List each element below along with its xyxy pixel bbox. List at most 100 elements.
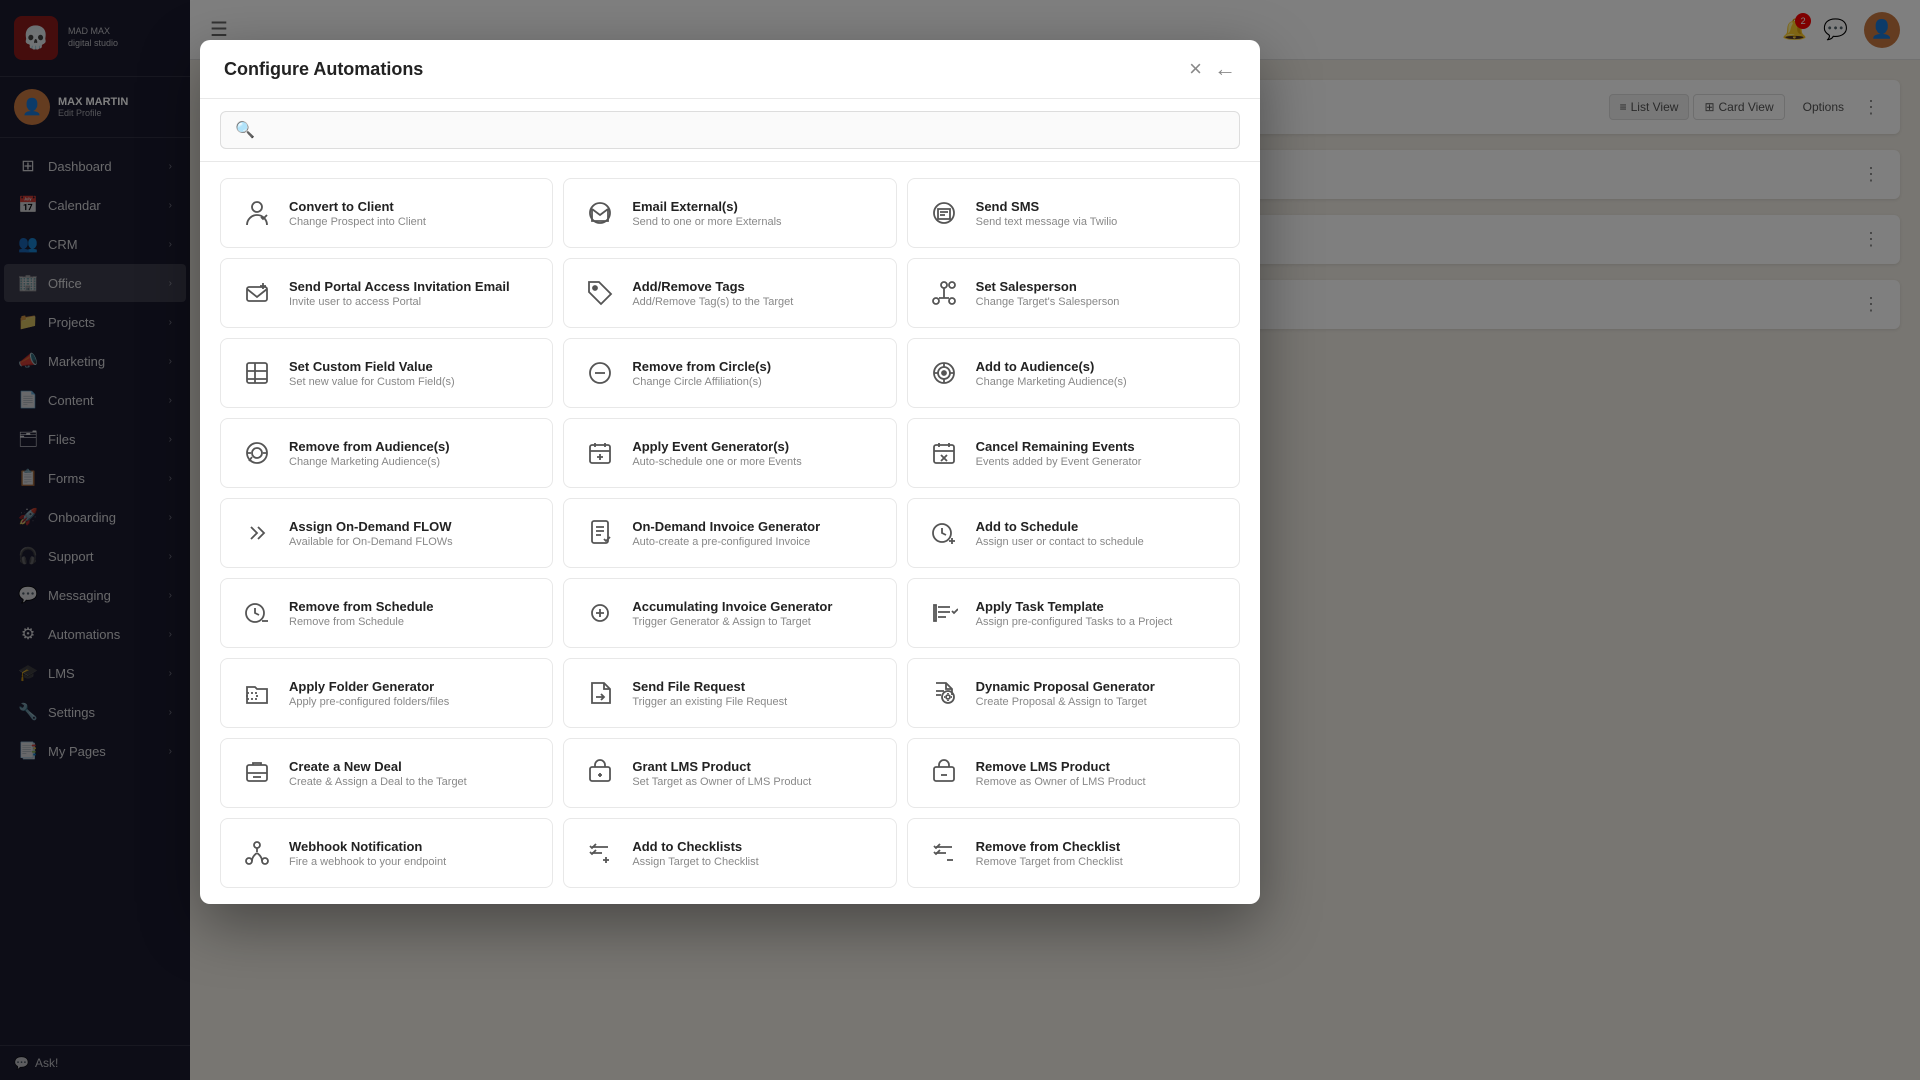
automation-icon-cancel-remaining-events (924, 433, 964, 473)
automation-desc-apply-event-generator: Auto-schedule one or more Events (632, 456, 879, 468)
automation-name-email-externals: Email External(s) (632, 199, 879, 214)
automation-icon-remove-from-audiences (237, 433, 277, 473)
automation-item-on-demand-invoice[interactable]: On-Demand Invoice Generator Auto-create … (563, 498, 896, 568)
automation-item-remove-from-audiences[interactable]: Remove from Audience(s) Change Marketing… (220, 418, 553, 488)
search-icon: 🔍 (235, 120, 255, 140)
automation-desc-set-custom-field: Set new value for Custom Field(s) (289, 376, 536, 388)
automation-desc-apply-task-template: Assign pre-configured Tasks to a Project (976, 616, 1223, 628)
automation-name-add-to-audiences: Add to Audience(s) (976, 359, 1223, 374)
automation-item-assign-on-demand-flow[interactable]: Assign On-Demand FLOW Available for On-D… (220, 498, 553, 568)
modal-back-button[interactable]: ← (1214, 56, 1236, 82)
automation-item-create-new-deal[interactable]: Create a New Deal Create & Assign a Deal… (220, 738, 553, 808)
automation-desc-cancel-remaining-events: Events added by Event Generator (976, 456, 1223, 468)
automation-icon-add-to-audiences (924, 353, 964, 393)
automation-icon-add-to-checklists (580, 833, 620, 873)
automation-desc-assign-on-demand-flow: Available for On-Demand FLOWs (289, 536, 536, 548)
modal-close-button[interactable]: × (1189, 58, 1202, 80)
automation-desc-grant-lms-product: Set Target as Owner of LMS Product (632, 776, 879, 788)
automation-icon-add-to-schedule (924, 513, 964, 553)
automation-name-add-remove-tags: Add/Remove Tags (632, 279, 879, 294)
automation-desc-remove-from-schedule: Remove from Schedule (289, 616, 536, 628)
search-input[interactable] (265, 122, 1225, 138)
automation-item-apply-task-template[interactable]: Apply Task Template Assign pre-configure… (907, 578, 1240, 648)
automation-icon-webhook-notification (237, 833, 277, 873)
automation-icon-send-file-request (580, 673, 620, 713)
automation-name-accumulating-invoice: Accumulating Invoice Generator (632, 599, 879, 614)
automation-name-on-demand-invoice: On-Demand Invoice Generator (632, 519, 879, 534)
automation-item-remove-from-schedule[interactable]: Remove from Schedule Remove from Schedul… (220, 578, 553, 648)
automation-name-add-to-checklists: Add to Checklists (632, 839, 879, 854)
automation-desc-on-demand-invoice: Auto-create a pre-configured Invoice (632, 536, 879, 548)
automation-item-apply-folder-generator[interactable]: Apply Folder Generator Apply pre-configu… (220, 658, 553, 728)
automation-name-create-new-deal: Create a New Deal (289, 759, 536, 774)
automation-item-add-remove-tags[interactable]: Add/Remove Tags Add/Remove Tag(s) to the… (563, 258, 896, 328)
search-box: 🔍 (220, 111, 1240, 149)
automation-desc-add-remove-tags: Add/Remove Tag(s) to the Target (632, 296, 879, 308)
automation-desc-set-salesperson: Change Target's Salesperson (976, 296, 1223, 308)
automation-name-cancel-remaining-events: Cancel Remaining Events (976, 439, 1223, 454)
automation-item-add-to-audiences[interactable]: Add to Audience(s) Change Marketing Audi… (907, 338, 1240, 408)
automation-item-accumulating-invoice[interactable]: Accumulating Invoice Generator Trigger G… (563, 578, 896, 648)
automation-name-apply-task-template: Apply Task Template (976, 599, 1223, 614)
automation-desc-remove-from-checklist: Remove Target from Checklist (976, 856, 1223, 868)
modal-body: Convert to Client Change Prospect into C… (200, 162, 1260, 904)
automation-name-dynamic-proposal: Dynamic Proposal Generator (976, 679, 1223, 694)
automation-icon-on-demand-invoice (580, 513, 620, 553)
automation-desc-dynamic-proposal: Create Proposal & Assign to Target (976, 696, 1223, 708)
automation-desc-email-externals: Send to one or more Externals (632, 216, 879, 228)
automation-icon-dynamic-proposal (924, 673, 964, 713)
modal-overlay: Configure Automations × ← 🔍 Convert to C… (0, 0, 1920, 1080)
automation-icon-assign-on-demand-flow (237, 513, 277, 553)
automation-desc-apply-folder-generator: Apply pre-configured folders/files (289, 696, 536, 708)
automation-item-convert-to-client[interactable]: Convert to Client Change Prospect into C… (220, 178, 553, 248)
automation-name-remove-from-checklist: Remove from Checklist (976, 839, 1223, 854)
automation-icon-remove-lms-product (924, 753, 964, 793)
automation-item-webhook-notification[interactable]: Webhook Notification Fire a webhook to y… (220, 818, 553, 888)
automation-desc-create-new-deal: Create & Assign a Deal to the Target (289, 776, 536, 788)
automation-icon-set-custom-field (237, 353, 277, 393)
automation-name-convert-to-client: Convert to Client (289, 199, 536, 214)
automation-item-apply-event-generator[interactable]: Apply Event Generator(s) Auto-schedule o… (563, 418, 896, 488)
automation-desc-remove-lms-product: Remove as Owner of LMS Product (976, 776, 1223, 788)
automation-icon-add-remove-tags (580, 273, 620, 313)
automation-icon-remove-from-schedule (237, 593, 277, 633)
automation-item-email-externals[interactable]: Email External(s) Send to one or more Ex… (563, 178, 896, 248)
automation-icon-create-new-deal (237, 753, 277, 793)
automation-item-add-to-checklists[interactable]: Add to Checklists Assign Target to Check… (563, 818, 896, 888)
automation-name-assign-on-demand-flow: Assign On-Demand FLOW (289, 519, 536, 534)
automation-name-add-to-schedule: Add to Schedule (976, 519, 1223, 534)
automation-icon-remove-from-checklist (924, 833, 964, 873)
automation-item-remove-from-checklist[interactable]: Remove from Checklist Remove Target from… (907, 818, 1240, 888)
automation-item-send-portal-access[interactable]: Send Portal Access Invitation Email Invi… (220, 258, 553, 328)
automation-desc-add-to-schedule: Assign user or contact to schedule (976, 536, 1223, 548)
automation-icon-remove-from-circle (580, 353, 620, 393)
automation-name-webhook-notification: Webhook Notification (289, 839, 536, 854)
modal-header: Configure Automations × ← (200, 40, 1260, 99)
automation-icon-set-salesperson (924, 273, 964, 313)
automation-item-send-file-request[interactable]: Send File Request Trigger an existing Fi… (563, 658, 896, 728)
automation-item-dynamic-proposal[interactable]: Dynamic Proposal Generator Create Propos… (907, 658, 1240, 728)
automation-item-set-salesperson[interactable]: Set Salesperson Change Target's Salesper… (907, 258, 1240, 328)
automation-name-set-salesperson: Set Salesperson (976, 279, 1223, 294)
configure-automations-modal: Configure Automations × ← 🔍 Convert to C… (200, 40, 1260, 904)
automation-item-set-custom-field[interactable]: Set Custom Field Value Set new value for… (220, 338, 553, 408)
automation-desc-remove-from-audiences: Change Marketing Audience(s) (289, 456, 536, 468)
automation-item-grant-lms-product[interactable]: Grant LMS Product Set Target as Owner of… (563, 738, 896, 808)
automation-name-remove-from-audiences: Remove from Audience(s) (289, 439, 536, 454)
automation-icon-apply-task-template (924, 593, 964, 633)
automation-desc-send-sms: Send text message via Twilio (976, 216, 1223, 228)
automation-name-remove-from-schedule: Remove from Schedule (289, 599, 536, 614)
automation-name-apply-folder-generator: Apply Folder Generator (289, 679, 536, 694)
automation-icon-send-portal-access (237, 273, 277, 313)
automation-item-cancel-remaining-events[interactable]: Cancel Remaining Events Events added by … (907, 418, 1240, 488)
automation-item-add-to-schedule[interactable]: Add to Schedule Assign user or contact t… (907, 498, 1240, 568)
automation-icon-email-externals (580, 193, 620, 233)
automation-name-apply-event-generator: Apply Event Generator(s) (632, 439, 879, 454)
automation-item-remove-from-circle[interactable]: Remove from Circle(s) Change Circle Affi… (563, 338, 896, 408)
automation-item-send-sms[interactable]: Send SMS Send text message via Twilio (907, 178, 1240, 248)
automation-icon-convert-to-client (237, 193, 277, 233)
automation-icon-send-sms (924, 193, 964, 233)
modal-search: 🔍 (200, 99, 1260, 162)
automation-item-remove-lms-product[interactable]: Remove LMS Product Remove as Owner of LM… (907, 738, 1240, 808)
automation-desc-add-to-audiences: Change Marketing Audience(s) (976, 376, 1223, 388)
